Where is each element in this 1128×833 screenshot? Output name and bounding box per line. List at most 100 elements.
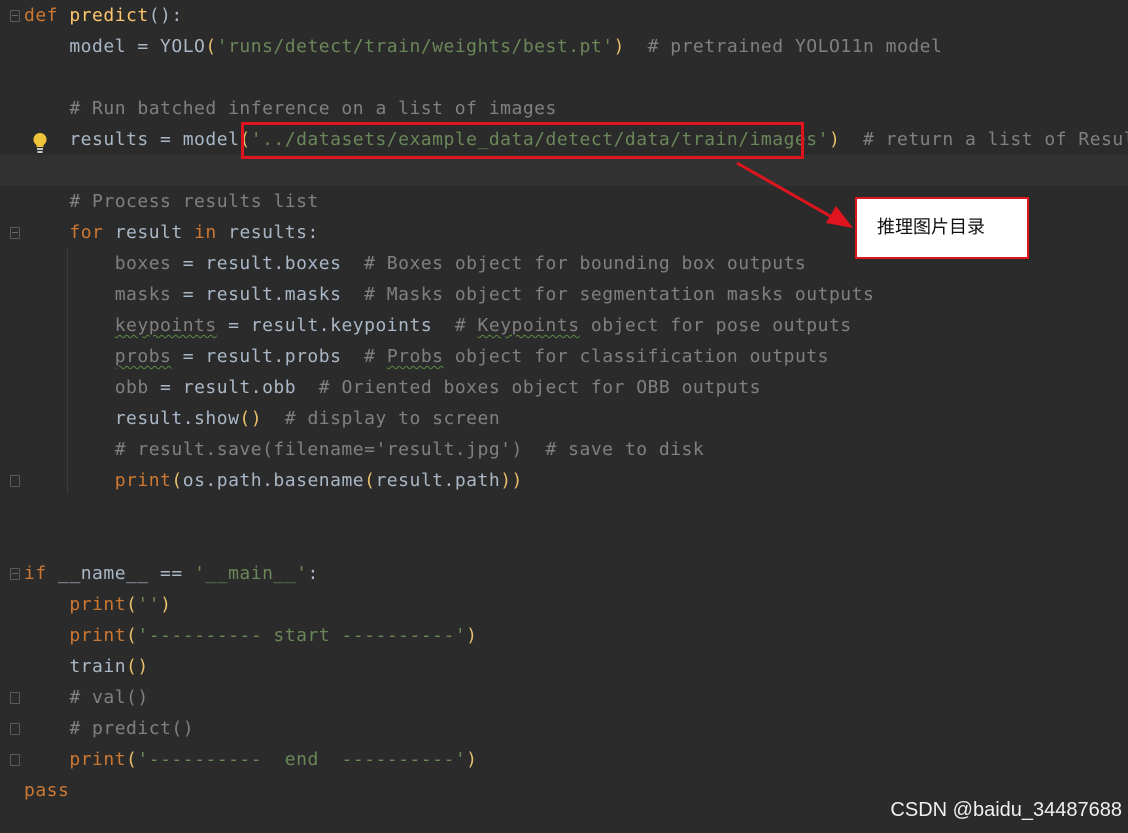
annotation-callout: 推理图片目录 (855, 197, 1029, 259)
code-line[interactable] (0, 527, 1128, 558)
code-line[interactable]: # result.save(filename='result.jpg') # s… (0, 434, 1128, 465)
code-token: # result.save(filename='result.jpg') # s… (24, 439, 705, 460)
code-token: = result.boxes (171, 253, 342, 274)
code-token: result (103, 222, 195, 243)
code-line-text: pass (24, 775, 69, 806)
fold-marker-icon[interactable] (10, 227, 20, 239)
code-token: print (69, 594, 127, 615)
code-line-text: # Process results list (24, 186, 319, 217)
code-token: '---------- start ----------' (137, 625, 467, 646)
fold-marker-icon[interactable] (10, 568, 20, 580)
code-token: () (126, 656, 149, 677)
code-token: in (194, 222, 217, 243)
code-line[interactable]: print('---------- start ----------') (0, 620, 1128, 651)
code-line-text: result.show() # display to screen (24, 403, 500, 434)
fold-marker-icon[interactable] (10, 692, 20, 704)
code-line[interactable]: if __name__ == '__main__': (0, 558, 1128, 589)
fold-marker-icon[interactable] (10, 754, 20, 766)
code-token: predict (69, 5, 149, 26)
code-line[interactable]: # Run batched inference on a list of ima… (0, 93, 1128, 124)
code-line-text: model = YOLO('runs/detect/train/weights/… (24, 31, 942, 62)
code-line-text: print('---------- start ----------') (24, 620, 478, 651)
code-line-text: for result in results: (24, 217, 319, 248)
code-token: ( (126, 749, 138, 770)
code-token: ( (126, 625, 138, 646)
code-line[interactable]: def predict(): (0, 0, 1128, 31)
code-line-text: # Run batched inference on a list of ima… (24, 93, 557, 124)
code-token: 'runs/detect/train/weights/best.pt' (216, 36, 614, 57)
code-line-text: print(os.path.basename(result.path)) (24, 465, 523, 496)
code-line[interactable]: keypoints = result.keypoints # Keypoints… (0, 310, 1128, 341)
code-line[interactable] (0, 155, 1128, 186)
code-editor[interactable]: def predict(): model = YOLO('runs/detect… (0, 0, 1128, 833)
code-line[interactable]: masks = result.masks # Masks object for … (0, 279, 1128, 310)
code-line-text: probs = result.probs # Probs object for … (24, 341, 829, 372)
code-line-text: # val() (24, 682, 149, 713)
code-token: # Boxes object for bounding box outputs (341, 253, 807, 274)
code-token: (): (148, 5, 183, 26)
code-token: : (307, 563, 319, 584)
code-line-text: keypoints = result.keypoints # Keypoints… (24, 310, 852, 341)
code-token: # display to screen (262, 408, 501, 429)
code-line-text: # result.save(filename='result.jpg') # s… (24, 434, 704, 465)
code-token: ) (466, 749, 478, 770)
code-token: __name__ == (46, 563, 195, 584)
code-line-text: def predict(): (24, 0, 183, 31)
code-token: results: (216, 222, 319, 243)
code-token: results = model (24, 129, 240, 150)
code-token: print (69, 749, 127, 770)
code-token: Probs (386, 346, 444, 367)
code-token: ) (160, 594, 172, 615)
code-line[interactable]: obb = result.obb # Oriented boxes object… (0, 372, 1128, 403)
code-line-text: train() (24, 651, 149, 682)
code-token: boxes (114, 253, 172, 274)
code-line[interactable] (0, 496, 1128, 527)
code-line[interactable]: model = YOLO('runs/detect/train/weights/… (0, 31, 1128, 62)
code-token: '__main__' (194, 563, 308, 584)
code-token: '' (137, 594, 161, 615)
code-token: ) (613, 36, 625, 57)
code-line-text: boxes = result.boxes # Boxes object for … (24, 248, 806, 279)
code-token: probs (114, 346, 172, 367)
code-token: YOLO (160, 36, 206, 57)
code-line[interactable]: train() (0, 651, 1128, 682)
code-token: object for pose outputs (579, 315, 852, 336)
callout-label: 推理图片目录 (877, 217, 985, 238)
code-line[interactable]: result.show() # display to screen (0, 403, 1128, 434)
code-line[interactable]: # predict() (0, 713, 1128, 744)
code-token: result.show (24, 408, 240, 429)
code-line[interactable]: print('') (0, 589, 1128, 620)
code-line[interactable]: # val() (0, 682, 1128, 713)
code-token: ( (171, 470, 183, 491)
code-token: # val() (24, 687, 149, 708)
fold-marker-icon[interactable] (10, 10, 20, 22)
fold-marker-icon[interactable] (10, 475, 20, 487)
code-line-text: masks = result.masks # Masks object for … (24, 279, 874, 310)
fold-marker-icon[interactable] (10, 723, 20, 735)
code-token: print (114, 470, 172, 491)
code-line-text: obb = result.obb # Oriented boxes object… (24, 372, 761, 403)
code-token: # return a list of Results objects (862, 129, 1128, 150)
code-token: # Oriented boxes object for OBB outputs (296, 377, 761, 398)
code-line[interactable]: print('---------- end ----------') (0, 744, 1128, 775)
code-line[interactable] (0, 62, 1128, 93)
code-token: # pretrained YOLO11n model (624, 36, 943, 57)
code-token: print (69, 625, 127, 646)
code-token: () (239, 408, 263, 429)
code-token: = result.obb (148, 377, 297, 398)
code-line[interactable]: probs = result.probs # Probs object for … (0, 341, 1128, 372)
code-token: ( (364, 470, 376, 491)
lightbulb-icon[interactable] (32, 132, 48, 154)
code-token: = result.masks (171, 284, 342, 305)
csdn-watermark: CSDN @baidu_34487688 (890, 799, 1122, 821)
code-line[interactable]: print(os.path.basename(result.path)) (0, 465, 1128, 496)
code-token: = result.probs (171, 346, 342, 367)
code-token: ( (205, 36, 217, 57)
code-token: # predict() (24, 718, 195, 739)
